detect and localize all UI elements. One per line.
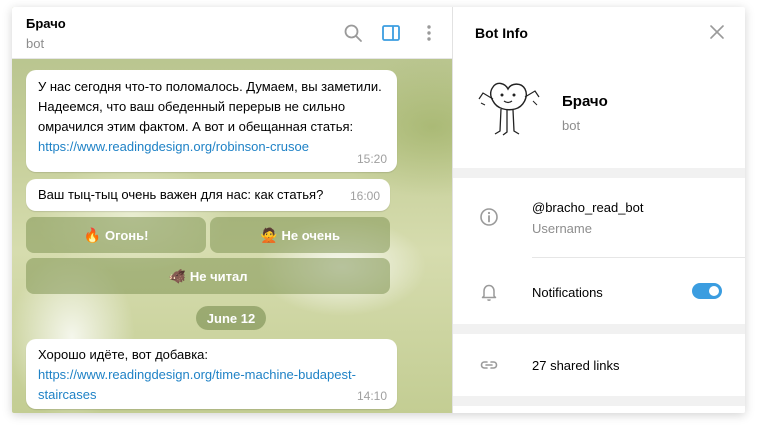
message-time: 14:10	[356, 389, 387, 403]
username-label: Username	[532, 221, 592, 236]
chat-header: Брачо bot	[12, 7, 452, 59]
bot-avatar[interactable]	[475, 77, 545, 141]
message-time: 16:00	[349, 189, 380, 203]
keyboard-button-not-really[interactable]: 🙅 Не очень	[210, 217, 390, 253]
panel-title: Bot Info	[475, 25, 528, 41]
link-icon	[480, 361, 498, 369]
message-link[interactable]: https://www.readingdesign.org/time-machi…	[38, 365, 358, 405]
username-value[interactable]: @bracho_read_bot	[532, 200, 644, 215]
message-text: Хорошо идёте, вот добавка:	[38, 347, 209, 362]
telegram-window: Брачо bot У нас сегодня что-то поломалос…	[12, 7, 745, 413]
bot-status: bot	[562, 118, 581, 133]
message-time: 15:20	[356, 152, 387, 166]
message-bubble[interactable]: Хорошо идёте, вот добавка: https://www.r…	[26, 339, 397, 409]
date-separator: June 12	[196, 306, 266, 330]
gesture-no-icon: 🙅	[260, 226, 278, 243]
info-icon	[480, 208, 498, 226]
toggle-knob	[707, 284, 721, 298]
boar-icon: 🐗	[168, 267, 186, 284]
next-card	[453, 406, 745, 413]
keyboard-button-fire[interactable]: 🔥 Огонь!	[26, 217, 206, 253]
message-bubble[interactable]: У нас сегодня что-то поломалось. Думаем,…	[26, 70, 397, 172]
fire-icon: 🔥	[83, 226, 101, 243]
message-text: У нас сегодня что-то поломалось. Думаем,…	[38, 79, 382, 134]
search-icon[interactable]	[343, 23, 363, 43]
divider	[532, 257, 745, 258]
chat-area: Брачо bot У нас сегодня что-то поломалос…	[12, 7, 452, 413]
bot-name: Брачо	[562, 93, 608, 110]
keyboard-button-label: Не очень	[281, 227, 340, 243]
notifications-toggle[interactable]	[692, 283, 722, 299]
message-text: Ваш тыц-тыц очень важен для нас: как ста…	[38, 187, 324, 202]
chat-subtitle: bot	[26, 36, 45, 51]
message-link[interactable]: https://www.readingdesign.org/robinson-c…	[38, 139, 309, 154]
close-icon[interactable]	[709, 24, 725, 40]
shared-links-label[interactable]: 27 shared links	[532, 358, 619, 373]
notifications-label: Notifications	[532, 285, 603, 300]
chat-title[interactable]: Брачо	[26, 16, 66, 31]
keyboard-button-label: Не читал	[189, 268, 248, 284]
bot-info-panel: Bot Info Брачо bot @bracho_read_bot User…	[452, 7, 745, 413]
bell-icon	[481, 284, 497, 301]
sidebar-toggle-icon[interactable]	[381, 23, 401, 43]
bot-profile-card: Bot Info Брачо bot	[453, 7, 745, 168]
more-vertical-icon[interactable]	[419, 23, 439, 43]
keyboard-button-label: Огонь!	[104, 227, 149, 243]
keyboard-button-not-read[interactable]: 🐗 Не читал	[26, 258, 390, 294]
message-bubble[interactable]: Ваш тыц-тыц очень важен для нас: как ста…	[26, 179, 390, 211]
